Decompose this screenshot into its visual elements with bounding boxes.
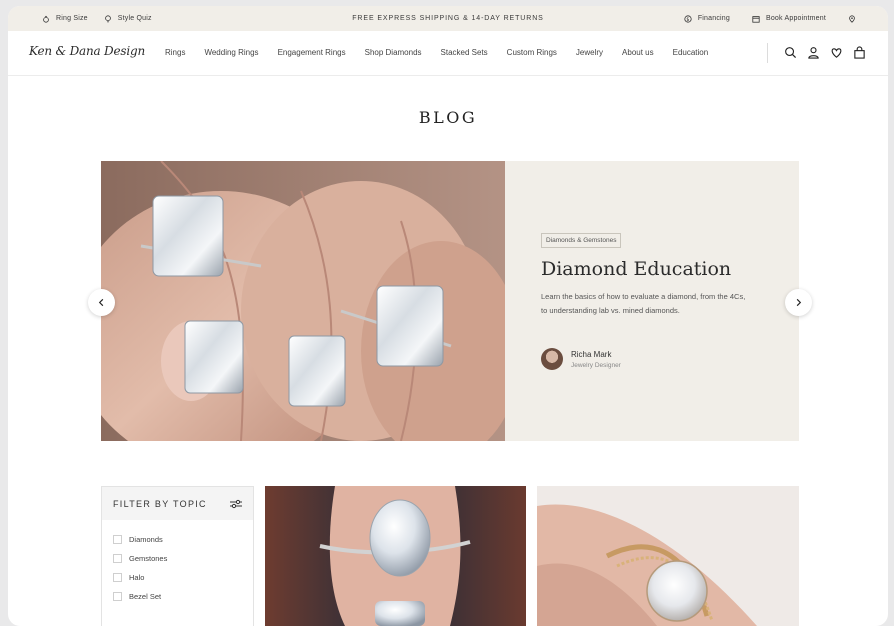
filter-options: Diamonds Gemstones Halo Bezel Set: [102, 520, 253, 606]
nav-about-us[interactable]: About us: [622, 48, 654, 57]
nav-education[interactable]: Education: [673, 48, 709, 57]
avatar: [541, 348, 563, 370]
main-nav: Rings Wedding Rings Engagement Rings Sho…: [165, 48, 708, 57]
post-heading[interactable]: Diamond Education: [541, 258, 731, 280]
page-title: BLOG: [418, 108, 478, 127]
book-appointment-label: Book Appointment: [765, 15, 826, 22]
financing-link[interactable]: $ Financing: [684, 14, 730, 23]
author-name: Richa Mark: [571, 349, 612, 359]
filter-option-label: Diamonds: [129, 535, 163, 544]
filter-option-diamonds[interactable]: Diamonds: [113, 530, 253, 549]
filter-option-label: Halo: [129, 573, 145, 582]
blog-card-image: [537, 486, 799, 626]
post-author: Richa Mark Jewelry Designer: [541, 348, 621, 370]
checkbox[interactable]: [113, 573, 122, 582]
chevron-left-icon: [98, 298, 104, 307]
header-icons: [784, 46, 866, 59]
filter-option-halo[interactable]: Halo: [113, 568, 253, 587]
dollar-icon: $: [684, 14, 692, 22]
page-frame: Ring Size Style Quiz FREE EXPRESS SHIPPI…: [8, 6, 888, 626]
checkbox[interactable]: [113, 535, 122, 544]
financing-label: Financing: [697, 15, 730, 22]
post-description-line-2: to understanding lab vs. mined diamonds.: [541, 305, 680, 315]
filter-option-label: Gemstones: [129, 554, 168, 563]
announcement-bar: Ring Size Style Quiz FREE EXPRESS SHIPPI…: [8, 6, 888, 31]
featured-post[interactable]: Diamonds & Gemstones Diamond Education L…: [101, 161, 799, 441]
featured-post-panel: Diamonds & Gemstones Diamond Education L…: [505, 161, 799, 441]
topic-filter: FILTER BY TOPIC Diamonds Gemstones Halo …: [101, 486, 254, 626]
location-pin-icon: [849, 14, 855, 23]
filter-option-bezel-set[interactable]: Bezel Set: [113, 587, 253, 606]
location-link[interactable]: [848, 14, 856, 23]
filter-option-label: Bezel Set: [129, 592, 162, 601]
filter-title: FILTER BY TOPIC: [113, 498, 207, 509]
author-role: Jewelry Designer: [571, 361, 621, 369]
filter-option-gemstones[interactable]: Gemstones: [113, 549, 253, 568]
search-icon[interactable]: [784, 46, 797, 59]
nav-jewelry[interactable]: Jewelry: [576, 48, 603, 57]
blog-card-rose-gold-ring[interactable]: [537, 486, 799, 626]
blog-card-oval-ring[interactable]: [265, 486, 526, 626]
nav-engagement-rings[interactable]: Engagement Rings: [278, 48, 346, 57]
calendar-icon: [752, 15, 760, 23]
bag-icon[interactable]: [853, 46, 866, 59]
filter-sliders-icon[interactable]: [230, 499, 242, 509]
checkbox[interactable]: [113, 554, 122, 563]
svg-text:$: $: [686, 16, 689, 22]
nav-shop-diamonds[interactable]: Shop Diamonds: [365, 48, 422, 57]
account-icon[interactable]: [807, 46, 820, 59]
post-description-line-1: Learn the basics of how to evaluate a di…: [541, 292, 746, 301]
site-header: Ken & Dana Design Rings Wedding Rings En…: [8, 31, 888, 76]
filter-header[interactable]: FILTER BY TOPIC: [102, 487, 253, 520]
blog-card-image: [265, 486, 526, 626]
post-description: Learn the basics of how to evaluate a di…: [541, 290, 761, 317]
book-appointment-link[interactable]: Book Appointment: [752, 15, 826, 23]
nav-custom-rings[interactable]: Custom Rings: [507, 48, 557, 57]
nav-wedding-rings[interactable]: Wedding Rings: [204, 48, 258, 57]
carousel-next-button[interactable]: [785, 289, 812, 316]
featured-post-image: [101, 161, 505, 441]
carousel-prev-button[interactable]: [88, 289, 115, 316]
checkbox[interactable]: [113, 592, 122, 601]
chevron-right-icon: [796, 298, 802, 307]
nav-stacked-sets[interactable]: Stacked Sets: [441, 48, 488, 57]
site-logo[interactable]: Ken & Dana Design: [29, 44, 145, 58]
heart-icon[interactable]: [830, 46, 843, 59]
header-divider: [767, 43, 768, 63]
nav-rings[interactable]: Rings: [165, 48, 185, 57]
post-category-tag[interactable]: Diamonds & Gemstones: [541, 233, 622, 248]
